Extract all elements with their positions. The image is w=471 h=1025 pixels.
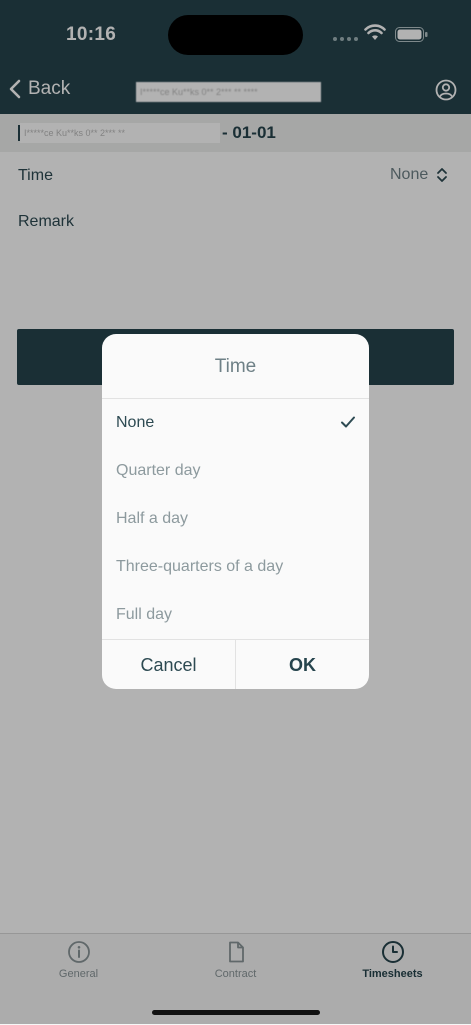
- option-label: Quarter day: [116, 462, 201, 479]
- dialog-title: Time: [102, 334, 369, 399]
- cancel-button[interactable]: Cancel: [102, 640, 235, 689]
- option-quarter-day[interactable]: Quarter day: [102, 447, 369, 495]
- home-indicator: [152, 1010, 320, 1015]
- option-label: None: [116, 414, 155, 431]
- option-label: Three-quarters of a day: [116, 558, 284, 575]
- checkmark-icon: [341, 416, 355, 428]
- ok-button[interactable]: OK: [236, 640, 369, 689]
- option-half-day[interactable]: Half a day: [102, 495, 369, 543]
- time-picker-dialog: Time None Quarter day Half a day Three-q…: [102, 334, 369, 689]
- option-none[interactable]: None: [102, 399, 369, 447]
- option-three-quarters-day[interactable]: Three-quarters of a day: [102, 543, 369, 591]
- option-label: Half a day: [116, 510, 189, 527]
- dialog-actions: Cancel OK: [102, 639, 369, 689]
- option-label: Full day: [116, 606, 173, 623]
- option-full-day[interactable]: Full day: [102, 591, 369, 639]
